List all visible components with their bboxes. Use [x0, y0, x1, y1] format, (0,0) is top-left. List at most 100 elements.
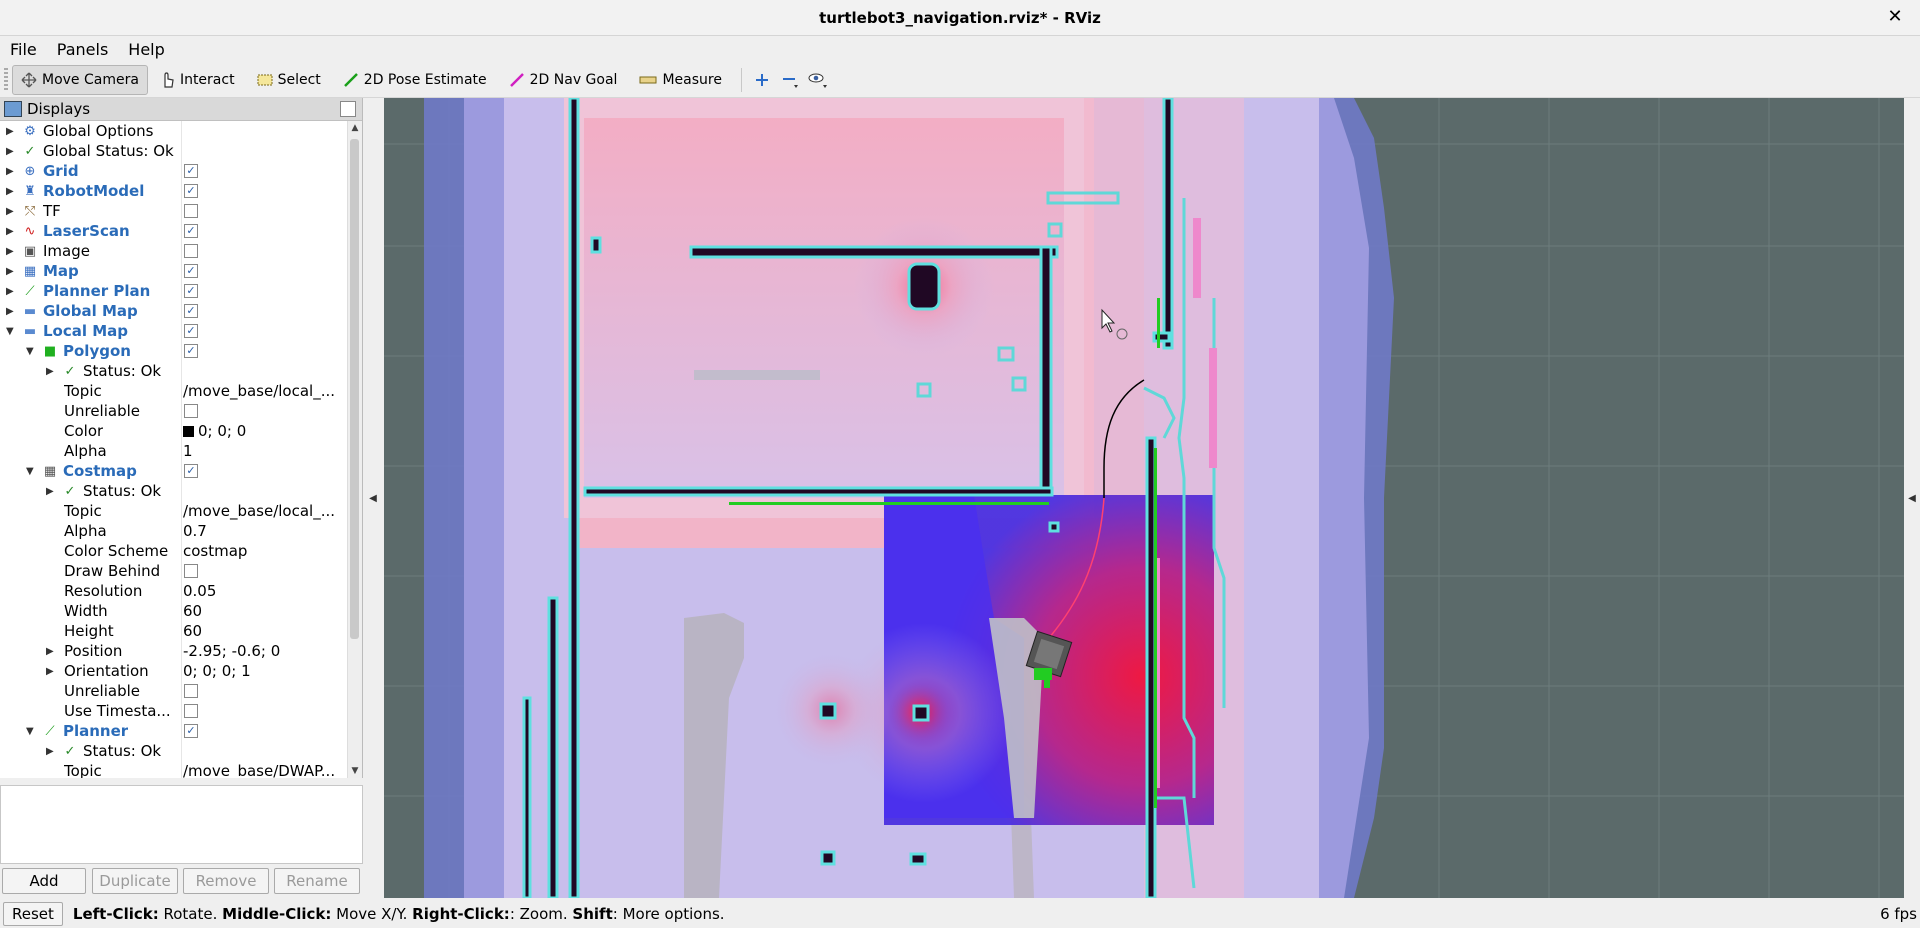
tree-row-topic[interactable]: Topic/move_base/DWAP... — [0, 761, 346, 778]
add-tool-button[interactable] — [748, 66, 776, 94]
enable-checkbox[interactable]: ✓ — [184, 184, 198, 198]
enable-checkbox[interactable]: ✓ — [184, 224, 198, 238]
reset-button[interactable]: Reset — [3, 902, 63, 926]
float-panel-button[interactable] — [340, 101, 356, 117]
tree-scrollbar[interactable]: ▲ ▼ — [347, 121, 362, 778]
property-value[interactable]: /move_base/local_... — [183, 382, 343, 400]
tree-row-orientation[interactable]: ▶ Orientation 0; 0; 0; 1 — [0, 661, 346, 681]
property-value[interactable]: -2.95; -0.6; 0 — [183, 642, 343, 660]
add-button[interactable]: Add — [2, 868, 86, 894]
enable-checkbox[interactable] — [184, 204, 198, 218]
property-value[interactable]: 0.7 — [183, 522, 343, 540]
tree-row-global-map[interactable]: ▶ ▬ Global Map ✓ — [0, 301, 346, 321]
tree-row-alpha[interactable]: Alpha 0.7 — [0, 521, 346, 541]
expand-arrow-icon[interactable]: ▶ — [6, 126, 16, 137]
enable-checkbox[interactable]: ✓ — [184, 464, 198, 478]
property-value[interactable]: 0.05 — [183, 582, 343, 600]
expand-arrow-icon[interactable]: ▶ — [6, 206, 16, 217]
enable-checkbox[interactable]: ✓ — [184, 724, 198, 738]
color-swatch[interactable] — [183, 426, 194, 437]
tree-row-planner-plan[interactable]: ▶ ⟋ Planner Plan ✓ — [0, 281, 346, 301]
enable-checkbox[interactable] — [184, 684, 198, 698]
expand-arrow-icon[interactable]: ▶ — [46, 666, 56, 677]
enable-checkbox[interactable] — [184, 404, 198, 418]
scroll-thumb[interactable] — [350, 139, 359, 639]
expand-arrow-icon[interactable]: ▶ — [6, 146, 16, 157]
property-value[interactable]: costmap — [183, 542, 343, 560]
enable-checkbox[interactable]: ✓ — [184, 264, 198, 278]
nav-goal-tool[interactable]: 2D Nav Goal — [500, 65, 627, 95]
expand-arrow-icon[interactable]: ▶ — [46, 486, 56, 497]
interact-tool[interactable]: Interact — [152, 65, 244, 95]
tree-row-map[interactable]: ▶ ▦ Map ✓ — [0, 261, 346, 281]
expand-arrow-icon[interactable]: ▶ — [6, 226, 16, 237]
expand-arrow-icon[interactable]: ▶ — [6, 186, 16, 197]
expand-arrow-icon[interactable]: ▶ — [6, 286, 16, 297]
displays-tree[interactable]: ▶ ⚙ Global Options ▶ ✓ Global Status: Ok ▶ ⊕ Gri… — [0, 121, 346, 778]
tree-row-tf[interactable]: ▶ ⤲ TF — [0, 201, 346, 221]
measure-tool[interactable]: Measure — [630, 65, 731, 95]
tree-row-laserscan[interactable]: ▶ ∿ LaserScan ✓ — [0, 221, 346, 241]
tree-row-status-ok[interactable]: ▶ ✓ Status: Ok — [0, 361, 346, 381]
tree-row-global-options[interactable]: ▶ ⚙ Global Options — [0, 121, 346, 141]
collapse-arrow-icon[interactable]: ▼ — [6, 326, 16, 337]
right-dock-handle[interactable]: ◀ — [1904, 98, 1920, 898]
tree-row-grid[interactable]: ▶ ⊕ Grid ✓ — [0, 161, 346, 181]
expand-arrow-icon[interactable]: ▶ — [46, 746, 56, 757]
move-camera-tool[interactable]: Move Camera — [12, 65, 148, 95]
tree-row-image[interactable]: ▶ ▣ Image — [0, 241, 346, 261]
remove-tool-button[interactable] — [776, 66, 804, 94]
expand-arrow-icon[interactable]: ▶ — [6, 266, 16, 277]
tree-row-unreliable[interactable]: Unreliable — [0, 681, 346, 701]
property-value[interactable]: /move_base/DWAP... — [183, 762, 343, 778]
left-dock-handle[interactable]: ◀ — [363, 98, 383, 898]
duplicate-button[interactable]: Duplicate — [92, 868, 178, 894]
expand-arrow-icon[interactable]: ▶ — [6, 306, 16, 317]
expand-arrow-icon[interactable]: ▶ — [6, 166, 16, 177]
enable-checkbox[interactable] — [184, 244, 198, 258]
pose-estimate-tool[interactable]: 2D Pose Estimate — [334, 65, 496, 95]
close-icon[interactable]: ✕ — [1884, 6, 1906, 28]
collapse-arrow-icon[interactable]: ▼ — [26, 726, 36, 737]
tree-row-global-status-ok[interactable]: ▶ ✓ Global Status: Ok — [0, 141, 346, 161]
tree-row-use-timesta[interactable]: Use Timesta... — [0, 701, 346, 721]
tree-row-status-ok[interactable]: ▶ ✓ Status: Ok — [0, 481, 346, 501]
property-value[interactable]: 1 — [183, 442, 343, 460]
menu-help[interactable]: Help — [118, 40, 174, 59]
enable-checkbox[interactable]: ✓ — [184, 284, 198, 298]
collapse-arrow-icon[interactable]: ▼ — [26, 346, 36, 357]
tree-row-color-scheme[interactable]: Color Scheme costmap — [0, 541, 346, 561]
enable-checkbox[interactable]: ✓ — [184, 324, 198, 338]
tree-row-draw-behind[interactable]: Draw Behind — [0, 561, 346, 581]
tree-row-width[interactable]: Width 60 — [0, 601, 346, 621]
enable-checkbox[interactable] — [184, 564, 198, 578]
expand-arrow-icon[interactable]: ▶ — [46, 646, 56, 657]
scroll-up-icon[interactable]: ▲ — [350, 123, 360, 133]
property-value[interactable]: 60 — [183, 622, 343, 640]
enable-checkbox[interactable] — [184, 704, 198, 718]
property-value[interactable]: 60 — [183, 602, 343, 620]
tree-row-resolution[interactable]: Resolution 0.05 — [0, 581, 346, 601]
tree-row-unreliable[interactable]: Unreliable — [0, 401, 346, 421]
render-viewport[interactable] — [384, 98, 1904, 898]
enable-checkbox[interactable]: ✓ — [184, 304, 198, 318]
tree-row-alpha[interactable]: Alpha 1 — [0, 441, 346, 461]
view-button[interactable] — [804, 66, 832, 94]
tree-row-topic[interactable]: Topic/move_base/local_... — [0, 381, 346, 401]
menu-file[interactable]: File — [0, 40, 47, 59]
expand-arrow-icon[interactable]: ▶ — [46, 366, 56, 377]
tree-row-planner[interactable]: ▼ ⟋ Planner ✓ — [0, 721, 346, 741]
tree-row-polygon[interactable]: ▼ ■ Polygon ✓ — [0, 341, 346, 361]
tree-row-color[interactable]: Color 0; 0; 0 — [0, 421, 346, 441]
tree-row-position[interactable]: ▶ Position -2.95; -0.6; 0 — [0, 641, 346, 661]
menu-panels[interactable]: Panels — [47, 40, 119, 59]
tree-row-local-map[interactable]: ▼ ▬ Local Map ✓ — [0, 321, 346, 341]
toolbar-grip[interactable] — [4, 68, 8, 92]
enable-checkbox[interactable]: ✓ — [184, 164, 198, 178]
collapse-arrow-icon[interactable]: ▼ — [26, 466, 36, 477]
enable-checkbox[interactable]: ✓ — [184, 344, 198, 358]
tree-row-robotmodel[interactable]: ▶ ♜ RobotModel ✓ — [0, 181, 346, 201]
property-value[interactable]: 0; 0; 0 — [183, 422, 343, 440]
tree-row-status-ok[interactable]: ▶ ✓ Status: Ok — [0, 741, 346, 761]
remove-button[interactable]: Remove — [183, 868, 269, 894]
